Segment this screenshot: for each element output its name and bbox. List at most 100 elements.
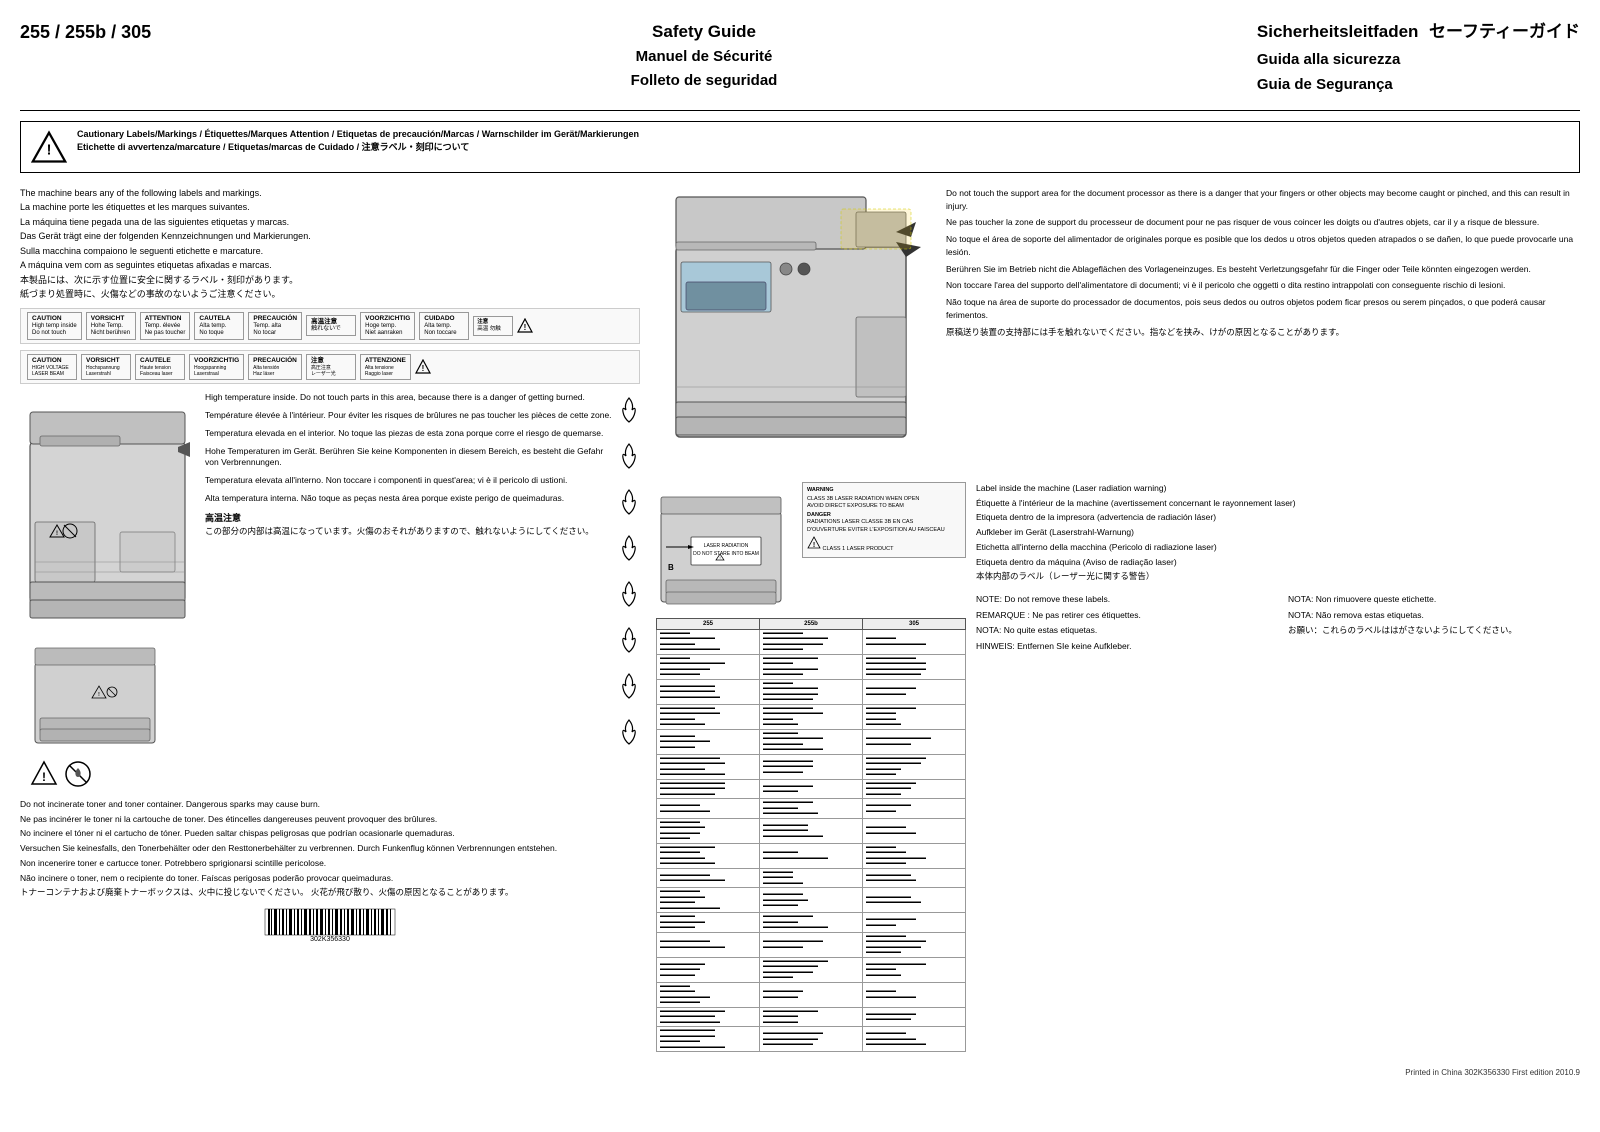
toner-line-1: Do not incinerate toner and toner contai… (20, 798, 640, 811)
table-row: ▬▬▬▬▬▬▬▬▬▬▬▬▬▬▬▬▬▬▬▬▬▬▬▬▬▬▬▬▬▬▬▬▬▬▬ (760, 704, 863, 729)
svg-text:!: ! (47, 142, 52, 158)
table-row: ▬▬▬▬▬▬▬▬▬▬▬▬▬▬▬▬▬▬▬▬▬▬▬▬▬▬▬▬▬ (863, 704, 966, 729)
table-row: ▬▬▬▬▬▬▬▬▬▬▬▬▬▬▬▬▬▬▬▬▬▬▬▬▬▬▬▬▬▬▬▬▬▬▬▬ (760, 654, 863, 679)
flame-icon-7 (618, 672, 640, 704)
table-row: ▬▬▬▬▬▬▬▬▬▬▬▬▬▬▬▬▬▬▬▬▬▬▬▬▬▬▬▬▬▬▬ (657, 818, 760, 843)
caution2-es: PRECAUCIÓN Alta tensiónHaz láser (248, 354, 302, 380)
fire-warning-icon: ! (30, 760, 58, 788)
table-row: ▬▬▬▬▬▬▬▬▬▬▬▬▬▬▬▬▬▬▬▬▬▬▬▬▬▬▬▬▬▬ (760, 913, 863, 933)
barcode-svg: 302K356330 (260, 907, 400, 943)
note-8 (1288, 640, 1580, 654)
right-top-section: Do not touch the support area for the do… (656, 187, 1580, 470)
warning-triangle-icon: ! (31, 130, 67, 166)
left-intro-text: The machine bears any of the following l… (20, 187, 640, 302)
laser-line-5: Etichetta all'interno della macchina (Pe… (976, 541, 1580, 554)
barcode-area: 302K356330 (20, 907, 640, 945)
table-row: ▬▬▬▬▬▬▬▬▬▬▬▬▬▬▬▬▬▬▬▬▬▬▬▬▬▬▬▬▬▬▬▬▬▬ (863, 843, 966, 868)
temp-para-it: Temperatura elevata all'interno. Non toc… (205, 475, 612, 487)
model-col-255b: 255b (760, 618, 863, 629)
flame-icon-5 (618, 580, 640, 612)
intro-line-8: 紙づまり処置時に、火傷などの事故のないようご注意ください。 (20, 288, 640, 302)
caution-label-de: VORSICHT Hohe Temp.Nicht berühren (86, 312, 136, 340)
table-row: ▬▬▬▬▬▬▬▬▬▬▬▬▬▬▬▬▬▬▬▬▬▬▬▬▬▬▬▬▬▬▬▬▬▬▬▬▬▬▬ (657, 843, 760, 868)
flame-icon-2 (618, 442, 640, 474)
table-row: ▬▬▬▬▬▬▬▬▬▬▬▬▬▬▬▬▬▬▬ (863, 868, 966, 888)
right-para-en: Do not touch the support area for the do… (946, 187, 1580, 213)
warning-banner-text: Cautionary Labels/Markings / Étiquettes/… (77, 128, 639, 155)
svg-text:!: ! (56, 531, 58, 537)
printer-svg-small: ! (30, 643, 160, 753)
note-7: HINWEIS: Entfernen SIe keine Aufkleber. (976, 640, 1268, 654)
toner-line-2: Ne pas incinérer le toner ni la cartouch… (20, 813, 640, 826)
temp-ja-title: 高温注意 (205, 511, 612, 524)
model-col-305: 305 (863, 618, 966, 629)
flame-icon-4 (618, 534, 640, 566)
temp-para-es: Temperatura elevada en el interior. No t… (205, 428, 612, 440)
toner-line-3: No incinere el tóner ni el cartucho de t… (20, 827, 640, 840)
temp-para-de: Hohe Temperaturen im Gerät. Berühren Sie… (205, 446, 612, 470)
right-para-it: Non toccare l'area del supporto dell'ali… (946, 279, 1580, 292)
temp-section: High temperature inside. Do not touch pa… (205, 392, 612, 750)
svg-text:302K356330: 302K356330 (310, 936, 350, 943)
flame-icon-1 (618, 396, 640, 428)
caution2-ja: 注意 高圧注意レーザー光 (306, 354, 356, 380)
svg-text:B: B (668, 563, 674, 572)
temp-text-area: High temperature inside. Do not touch pa… (205, 392, 640, 750)
caution-triangle-small: ! (517, 318, 533, 334)
note-1: NOTE: Do not remove these labels. (976, 593, 1268, 607)
table-row: ▬▬▬▬▬▬▬▬▬▬▬▬▬▬▬▬▬▬▬▬▬▬▬ (657, 932, 760, 957)
caution-triangle-small-2: ! (415, 359, 431, 375)
table-row: ▬▬▬▬▬▬▬▬▬▬▬▬▬▬▬ (760, 982, 863, 1007)
table-row: ▬▬▬▬▬▬▬▬▬▬▬▬▬▬▬▬▬▬▬▬▬▬▬ (657, 868, 760, 888)
svg-text:!: ! (422, 364, 425, 373)
note-5: NOTA: No quite estas etiquetas. (976, 624, 1268, 638)
table-row: ▬▬▬▬▬▬▬▬▬▬▬▬▬▬▬▬▬▬ (863, 679, 966, 704)
table-row: ▬▬▬▬▬▬▬▬▬▬▬▬▬▬▬▬▬▬▬▬▬▬▬▬▬▬▬▬▬▬ (863, 1027, 966, 1052)
table-row: ▬▬▬▬▬▬▬▬▬▬▬▬▬▬▬▬▬▬▬▬▬▬▬▬ (657, 957, 760, 982)
laser-line-3: Etiqueta dentro de la impresora (adverte… (976, 511, 1580, 524)
safety-guide-italian: Guida alla sicurezza (1257, 51, 1400, 68)
table-row: ▬▬▬▬▬▬▬▬▬▬▬▬▬▬▬▬▬ (760, 779, 863, 799)
safety-guide-portuguese: Guia de Segurança (1257, 76, 1393, 93)
printer-svg-label: LASER RADIATION DO NOT STARE INTO BEAM ! (656, 482, 796, 612)
temp-ja-text: この部分の内部は高温になっています。火傷のおそれがありますので、触れないようにし… (205, 526, 612, 538)
caution2-en: CAUTION HIGH VOLTAGELASER BEAM (27, 354, 77, 380)
safety-guide-german: Sicherheitsleitfaden (1257, 22, 1419, 41)
intro-line-1: The machine bears any of the following l… (20, 187, 640, 201)
caution-label-pt: PRECAUCIÓN Temp. altaNo tocar (248, 312, 302, 340)
table-row: ▬▬▬▬▬▬▬▬▬▬▬▬▬▬▬▬▬▬▬▬▬▬▬▬▬▬▬▬▬▬▬▬▬▬▬▬▬ (657, 779, 760, 799)
table-row: ▬▬▬▬▬▬▬▬▬▬▬▬▬▬▬▬▬▬▬▬▬▬▬▬▬▬▬▬ (760, 799, 863, 819)
laser-warning-triangle: ! (807, 536, 821, 550)
safety-guide-title: Safety Guide (631, 18, 778, 45)
toner-line-7: トナーコンテナおよび廃棄トナーボックスは、火中に投じないでください。 火花が飛び… (20, 886, 640, 899)
right-para-de: Berühren Sie im Betrieb nicht die Ablage… (946, 263, 1580, 276)
table-row: ▬▬▬▬▬▬▬▬▬▬▬▬▬▬▬▬▬▬▬▬▬▬▬▬▬▬▬▬▬▬▬▬▬▬▬▬▬▬▬▬… (657, 754, 760, 779)
model-number: 255 / 255b / 305 (20, 18, 151, 43)
table-row: ▬▬▬▬▬▬▬▬▬▬▬▬▬▬▬▬▬▬▬▬▬▬▬▬▬▬▬▬▬▬▬▬▬▬▬▬▬▬▬▬ (760, 957, 863, 982)
safety-guide-french: Manuel de Sécurité (631, 45, 778, 69)
svg-text:!: ! (719, 555, 720, 560)
printer-image-left: ! ! (20, 392, 195, 788)
left-column: The machine bears any of the following l… (20, 187, 640, 1053)
caution2-de: VORSICHT HochspannungLaserstrahl (81, 354, 131, 380)
table-row: ▬▬▬▬▬▬▬▬▬▬▬▬▬▬▬▬ (863, 913, 966, 933)
toner-line-6: Não incinere o toner, nem o recipiente d… (20, 872, 640, 885)
note-2: NOTA: Non rimuovere queste etichette. (1288, 593, 1580, 607)
header-center-titles: Safety Guide Manuel de Sécurité Folleto … (631, 18, 778, 93)
laser-line-4: Aufkleber im Gerät (Laserstrahl-Warnung) (976, 526, 1580, 539)
svg-text:!: ! (813, 542, 815, 549)
caution-label-fr: ATTENTION Temp. élevéeNe pas toucher (140, 312, 191, 340)
flame-icon-6 (618, 626, 640, 658)
model-comparison-table: 255 255b 305 ▬▬▬▬▬▬▬▬▬▬▬▬▬▬▬▬▬▬▬▬▬▬▬▬▬▬▬… (656, 618, 966, 1053)
intro-line-2: La machine porte les étiquettes et les m… (20, 201, 640, 215)
toner-line-5: Non incenerire toner e cartucce toner. P… (20, 857, 640, 870)
table-row: ▬▬▬▬▬▬▬▬▬▬▬▬▬▬▬▬▬▬▬▬▬▬▬▬▬▬▬▬▬▬▬▬▬▬▬▬▬▬▬▬… (760, 629, 863, 654)
table-row: ▬▬▬▬▬▬▬▬▬▬▬▬▬▬▬▬▬▬▬▬▬▬▬▬▬▬▬▬▬▬▬▬▬▬▬▬ (657, 888, 760, 913)
no-fire-icon (64, 760, 92, 788)
table-row: ▬▬▬▬▬▬▬▬▬▬▬▬▬▬▬▬▬▬▬▬ (760, 932, 863, 957)
table-row: ▬▬▬▬▬▬▬▬▬▬▬▬▬▬▬▬▬▬ (657, 799, 760, 819)
right-para-es: No toque el área de soporte del alimenta… (946, 233, 1580, 259)
label-strip: CAUTION High temp insideDo not touch VOR… (20, 308, 640, 344)
warning-banner: ! Cautionary Labels/Markings / Étiquette… (20, 121, 1580, 173)
label-strip-2: CAUTION HIGH VOLTAGELASER BEAM VORSICHT … (20, 350, 640, 384)
